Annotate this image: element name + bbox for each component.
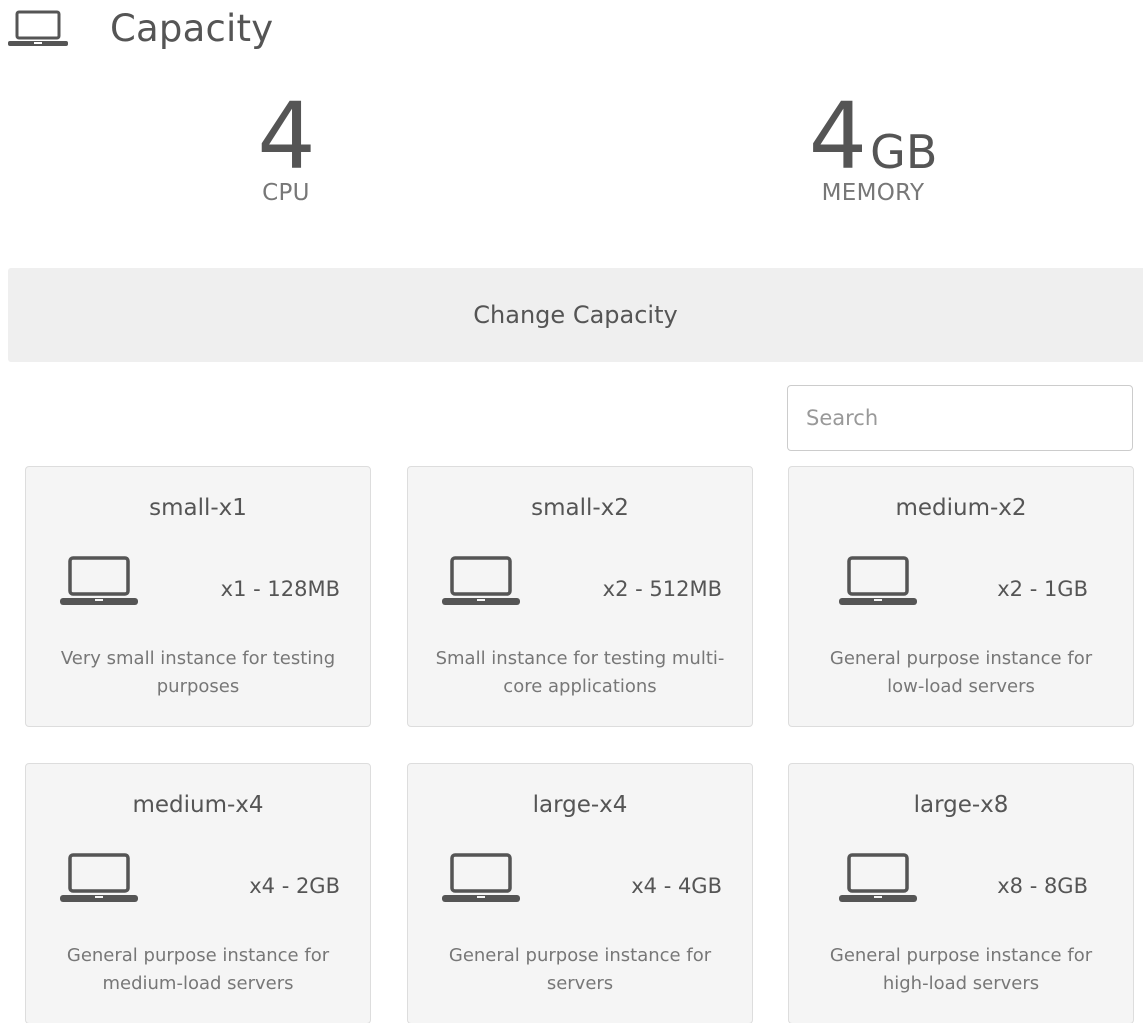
page-title: Capacity — [110, 6, 274, 50]
laptop-icon — [839, 556, 917, 605]
flavor-name: medium-x4 — [132, 792, 264, 818]
cpu-value: 4 — [257, 83, 316, 190]
flavor-spec: x4 - 2GB — [249, 874, 340, 898]
laptop-icon — [60, 556, 138, 605]
flavor-spec: x2 - 1GB — [997, 577, 1088, 601]
flavor-spec: x4 - 4GB — [631, 874, 722, 898]
laptop-icon — [839, 853, 917, 902]
flavor-card-medium-x4[interactable]: medium-x4 x4 - 2GB General purpose instanc… — [25, 763, 371, 1023]
flavor-spec: x8 - 8GB — [997, 874, 1088, 898]
flavor-name: large-x4 — [532, 792, 628, 818]
flavor-card-medium-x2[interactable]: medium-x2 x2 - 1GB General purpose instanc… — [788, 466, 1134, 727]
flavor-description: General purpose instance for servers — [448, 945, 712, 994]
flavor-description: General purpose instance for high-load s… — [829, 945, 1093, 994]
flavor-card-large-x4[interactable]: large-x4 x4 - 4GB General purpose instance… — [407, 763, 753, 1023]
search-input[interactable] — [787, 385, 1133, 451]
flavor-name: large-x8 — [913, 792, 1009, 818]
page-header: Capacity — [8, 0, 273, 56]
flavor-name: small-x2 — [531, 495, 629, 521]
laptop-icon — [60, 853, 138, 902]
flavor-spec: x1 - 128MB — [220, 577, 340, 601]
cpu-stat: 4 CPU — [186, 83, 386, 207]
flavor-spec: x2 - 512MB — [602, 577, 722, 601]
flavor-card-large-x8[interactable]: large-x8 x8 - 8GB General purpose instance… — [788, 763, 1134, 1023]
flavor-description: General purpose instance for medium-load… — [66, 945, 330, 994]
flavor-description: Small instance for testing multi-core ap… — [435, 648, 725, 697]
capacity-page: Capacity 4 CPU 4 GB MEMORY Change Capaci… — [0, 0, 1143, 1023]
memory-stat: 4 GB MEMORY — [773, 83, 973, 207]
memory-value: 4 — [808, 83, 868, 190]
cpu-label: CPU — [262, 180, 310, 206]
flavor-name: small-x1 — [149, 495, 247, 521]
change-capacity-button[interactable]: Change Capacity — [8, 268, 1143, 362]
flavor-name: medium-x2 — [895, 495, 1027, 521]
flavor-description: General purpose instance for low-load se… — [829, 648, 1093, 697]
laptop-icon — [442, 853, 520, 902]
laptop-icon — [442, 556, 520, 605]
flavor-card-small-x1[interactable]: small-x1 x1 - 128MB Very small instance fo… — [25, 466, 371, 727]
flavor-description: Very small instance for testing purposes — [60, 648, 336, 697]
memory-unit: GB — [870, 125, 938, 179]
flavor-card-small-x2[interactable]: small-x2 x2 - 512MB Small instance for tes… — [407, 466, 753, 727]
laptop-icon — [8, 10, 68, 46]
memory-label: MEMORY — [821, 180, 925, 206]
